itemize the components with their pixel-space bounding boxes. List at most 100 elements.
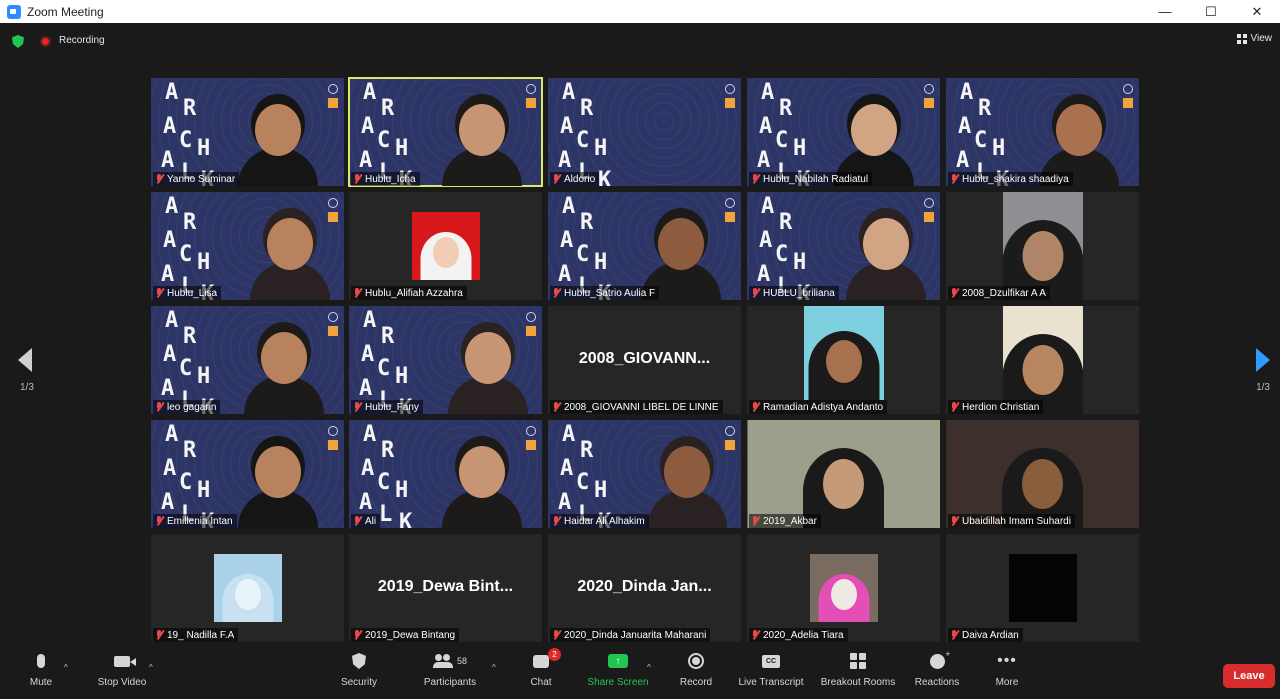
background-emblem-icon [725, 84, 735, 94]
virtual-background-logo: ARACHALK [757, 194, 810, 301]
close-button[interactable]: ✕ [1234, 0, 1280, 23]
participant-tile[interactable]: Ubaidillah Imam Suhardi [946, 420, 1139, 528]
muted-microphone-icon [552, 174, 561, 184]
background-emblem-icon [1123, 84, 1133, 94]
participant-video [636, 200, 726, 300]
participant-tile[interactable]: Ramadian Adistya Andanto [747, 306, 940, 414]
previous-page-arrow-icon[interactable] [18, 348, 32, 372]
participant-tile[interactable]: Hublu_Alifiah Azzahra [349, 192, 542, 300]
more-button[interactable]: ••• More [990, 645, 1024, 699]
participant-tile[interactable]: ARACHALKHublu_Nabilah Radiatul [747, 78, 940, 186]
participant-name-label: Hublu_Satrio Aulia F [550, 286, 660, 300]
muted-microphone-icon [950, 516, 959, 526]
participant-name-label: Ali [351, 514, 381, 528]
participant-name: Daiva Ardian [962, 629, 1019, 641]
live-transcript-label: Live Transcript [738, 677, 804, 688]
chat-unread-badge: 2 [548, 648, 561, 661]
record-label: Record [679, 677, 713, 688]
encryption-shield-icon[interactable] [12, 35, 24, 48]
participant-name-label: leo gagarin [153, 400, 221, 414]
reactions-button[interactable]: Reactions [912, 645, 962, 699]
muted-microphone-icon [155, 402, 164, 412]
participant-tile[interactable]: Daiva Ardian [946, 534, 1139, 642]
muted-microphone-icon [353, 402, 362, 412]
participants-caret-icon[interactable]: ^ [492, 663, 496, 672]
muted-microphone-icon [155, 516, 164, 526]
minimize-button[interactable]: — [1142, 0, 1188, 23]
participant-name-label: 2008_Dzulfikar A A [948, 286, 1050, 300]
security-button[interactable]: Security [336, 645, 382, 699]
maximize-button[interactable]: ☐ [1188, 0, 1234, 23]
participant-name-display: 2008_GIOVANN... [578, 350, 711, 367]
share-screen-label: Share Screen [587, 677, 649, 688]
recording-icon[interactable] [40, 36, 51, 47]
participants-icon [432, 654, 453, 668]
recording-label: Recording [59, 35, 105, 46]
participant-tile[interactable]: ARACHALKHublu_Satrio Aulia F [548, 192, 741, 300]
reactions-label: Reactions [914, 677, 960, 688]
security-label: Security [340, 677, 378, 688]
participant-tile[interactable]: 2020_Dinda Jan... 2020_Dinda Januarita Ma… [548, 534, 741, 642]
participant-tile[interactable]: A R A C H A L K Ali [349, 420, 542, 528]
muted-microphone-icon [751, 516, 760, 526]
participant-video [437, 86, 527, 186]
participant-tile[interactable]: ARACHALKHublu_Lisa [151, 192, 344, 300]
leave-button[interactable]: Leave [1223, 664, 1275, 688]
participant-name: Aldorio [564, 173, 596, 185]
background-badge-icon [725, 212, 735, 222]
page-indicator-left: 1/3 [20, 382, 34, 393]
participant-tile[interactable]: ARACHALKEmillenia Intan [151, 420, 344, 528]
participant-tile[interactable]: 2008_Dzulfikar A A [946, 192, 1139, 300]
participant-tile[interactable]: ARACHALKleo gagarin [151, 306, 344, 414]
participant-tile[interactable]: ARACHALKAldorio [548, 78, 741, 186]
participants-button[interactable]: 58 Participants [420, 645, 480, 699]
chat-bubble-icon [533, 654, 549, 668]
participant-tile[interactable]: ARACHALKHublu_Icha [348, 77, 543, 187]
profile-picture [1002, 306, 1083, 414]
participant-name: HUBLU_briliana [763, 287, 835, 299]
participant-tile[interactable]: ARACHALKHublu_shakira shaadiya [946, 78, 1139, 186]
participant-tile[interactable]: 2019_Dewa Bint... 2019_Dewa Bintang [349, 534, 542, 642]
participant-name-label: Hublu_Icha [351, 172, 420, 186]
share-options-caret-icon[interactable]: ^ [647, 663, 651, 672]
participant-tile[interactable]: 2020_Adelia Tiara [747, 534, 940, 642]
muted-microphone-icon [751, 174, 760, 184]
background-emblem-icon [725, 198, 735, 208]
muted-microphone-icon [751, 288, 760, 298]
participant-name: Hublu_Alifiah Azzahra [365, 287, 463, 299]
chat-button[interactable]: 2 Chat [526, 645, 561, 699]
virtual-background-logo: ARACHALK [757, 80, 810, 187]
view-button[interactable]: View [1236, 33, 1272, 44]
participant-tile[interactable]: Herdion Christian [946, 306, 1139, 414]
background-badge-icon [526, 440, 536, 450]
virtual-background-logo: ARACHALK [558, 422, 611, 529]
closed-captions-icon: CC [762, 654, 780, 668]
participant-tile[interactable]: 2008_GIOVANN... 2008_GIOVANNI LIBEL DE LI… [548, 306, 741, 414]
next-page-arrow-icon[interactable] [1256, 348, 1270, 372]
audio-options-caret-icon[interactable]: ^ [64, 663, 68, 672]
participant-tile[interactable]: ARACHALKHUBLU_briliana [747, 192, 940, 300]
participant-name-label: 2008_GIOVANNI LIBEL DE LINNE [550, 400, 723, 414]
participant-tile[interactable]: ARACHALKHaidar Ali Alhakim [548, 420, 741, 528]
record-button[interactable]: Record [676, 645, 716, 699]
virtual-background-logo: ARACHALK [359, 422, 413, 529]
participant-tile[interactable]: 19_ Nadilla F.A [151, 534, 344, 642]
muted-microphone-icon [552, 288, 561, 298]
live-transcript-button[interactable]: CC Live Transcript [736, 645, 806, 699]
muted-microphone-icon [552, 630, 561, 640]
video-options-caret-icon[interactable]: ^ [149, 663, 153, 672]
muted-microphone-icon [155, 288, 164, 298]
share-screen-button[interactable]: ↑ Share Screen [586, 645, 650, 699]
participant-tile[interactable]: 2019_Akbar [747, 420, 940, 528]
chat-label: Chat [530, 677, 552, 688]
breakout-rooms-button[interactable]: Breakout Rooms [818, 645, 898, 699]
stop-video-button[interactable]: Stop Video [92, 645, 152, 699]
virtual-background-logo: ARACHALK [161, 308, 214, 415]
muted-microphone-icon [552, 516, 561, 526]
participant-tile[interactable]: ARACHALKYanno Suminar [151, 78, 344, 186]
muted-microphone-icon [155, 630, 164, 640]
participant-tile[interactable]: ARACHALKHublu_Fany [349, 306, 542, 414]
mute-button[interactable]: Mute [26, 645, 56, 699]
background-badge-icon [1123, 98, 1133, 108]
background-emblem-icon [328, 426, 338, 436]
